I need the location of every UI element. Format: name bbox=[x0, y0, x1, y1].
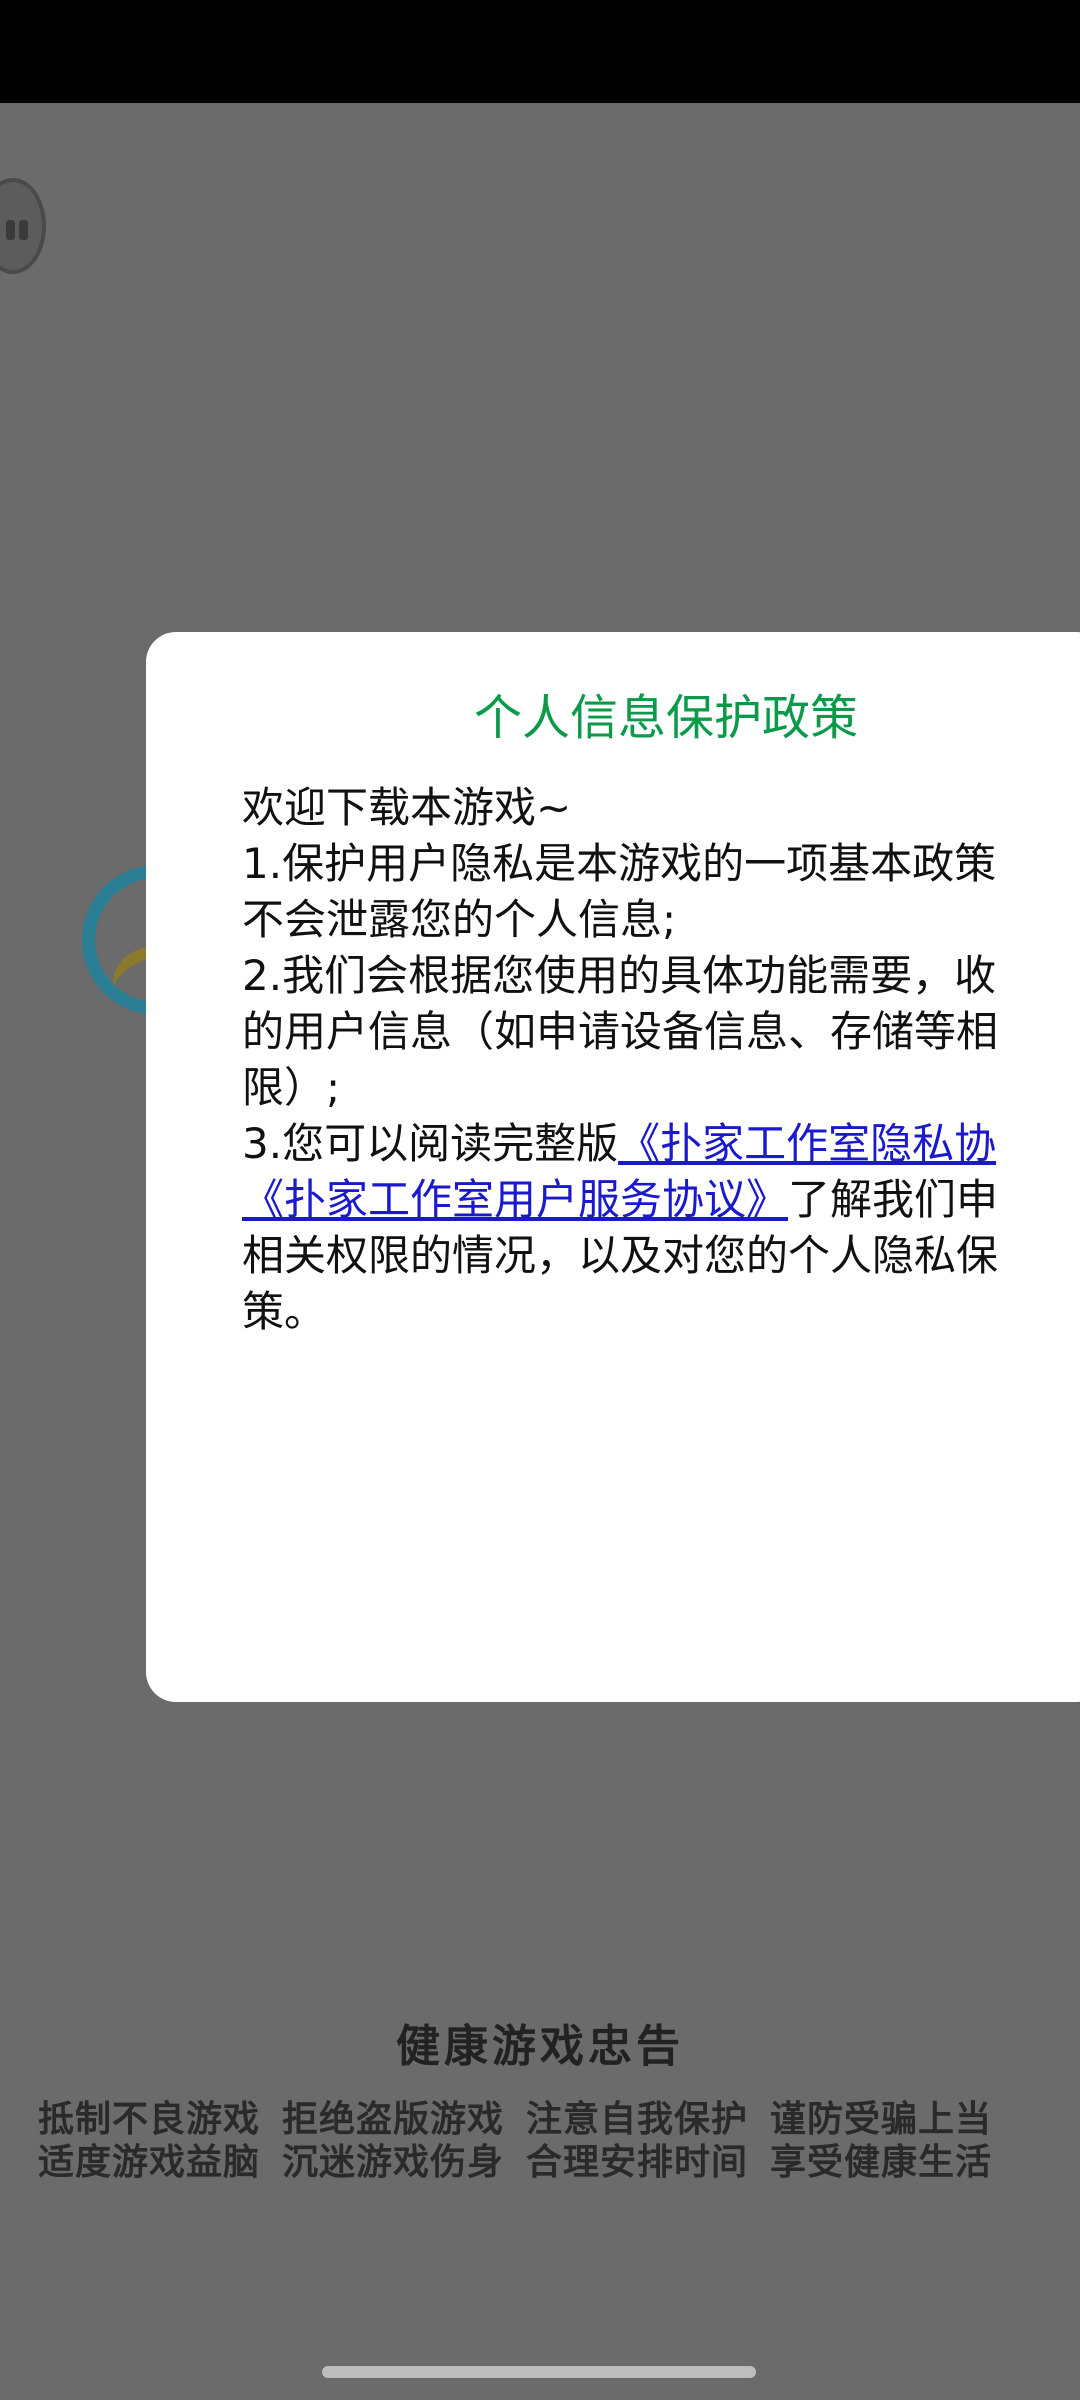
health-advice-text: 抵制不良游戏 拒绝盗版游戏 注意自我保护 谨防受骗上当 适度游戏益脑 沉迷游戏伤… bbox=[38, 2098, 1058, 2184]
policy-point-3-text: 3.您可以阅读完整版 bbox=[242, 1119, 619, 1168]
advice-item: 享受健康生活 bbox=[770, 2142, 993, 2183]
status-bar bbox=[0, 0, 1080, 103]
privacy-dialog: 个人信息保护政策 欢迎下载本游戏~ 1.保护用户隐私是本游戏的一项基本政策 不会… bbox=[146, 632, 1080, 1702]
policy-point-1-cont: 不会泄露您的个人信息; bbox=[242, 895, 677, 944]
policy-point-3-end: 策。 bbox=[242, 1287, 327, 1336]
policy-point-2-cont: 的用户信息（如申请设备信息、存储等相 bbox=[242, 1007, 999, 1056]
advice-item: 适度游戏益脑 bbox=[38, 2142, 261, 2183]
advice-item: 拒绝盗版游戏 bbox=[282, 2099, 505, 2140]
policy-point-2-end: 限）; bbox=[242, 1063, 341, 1112]
policy-point-1: 1.保护用户隐私是本游戏的一项基本政策 bbox=[242, 839, 997, 888]
policy-point-2: 2.我们会根据您使用的具体功能需要，收 bbox=[242, 951, 997, 1000]
advice-item: 注意自我保护 bbox=[526, 2099, 749, 2140]
policy-point-3-suffix: 了解我们申 bbox=[788, 1175, 999, 1224]
dialog-body: 欢迎下载本游戏~ 1.保护用户隐私是本游戏的一项基本政策 不会泄露您的个人信息;… bbox=[242, 780, 1080, 1340]
advice-item: 沉迷游戏伤身 bbox=[282, 2142, 505, 2183]
app-logo-icon bbox=[0, 178, 46, 274]
home-indicator[interactable] bbox=[322, 2366, 756, 2378]
advice-row-2: 适度游戏益脑 沉迷游戏伤身 合理安排时间 享受健康生活 bbox=[38, 2141, 1058, 2184]
dialog-title: 个人信息保护政策 bbox=[473, 690, 858, 746]
advice-item: 合理安排时间 bbox=[526, 2142, 749, 2183]
advice-item: 抵制不良游戏 bbox=[38, 2099, 261, 2140]
policy-point-3-cont2: 相关权限的情况，以及对您的个人隐私保 bbox=[242, 1231, 999, 1280]
policy-point-3-cont: 《扑家工作室用户服务协议》了解我们申 bbox=[242, 1172, 1080, 1228]
service-agreement-link[interactable]: 《扑家工作室用户服务协议》 bbox=[242, 1175, 788, 1224]
policy-point-3: 3.您可以阅读完整版《扑家工作室隐私协 bbox=[242, 1116, 1080, 1172]
advice-item: 谨防受骗上当 bbox=[770, 2099, 993, 2140]
welcome-text: 欢迎下载本游戏~ bbox=[242, 783, 572, 832]
health-advice-title: 健康游戏忠告 bbox=[396, 2021, 684, 2072]
privacy-agreement-link[interactable]: 《扑家工作室隐私协 bbox=[618, 1119, 996, 1168]
advice-row-1: 抵制不良游戏 拒绝盗版游戏 注意自我保护 谨防受骗上当 bbox=[38, 2098, 1058, 2141]
